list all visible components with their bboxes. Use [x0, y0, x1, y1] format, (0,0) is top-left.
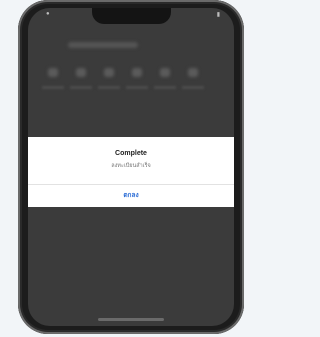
background-code-underline	[70, 86, 92, 89]
ok-button[interactable]: ตกลง	[28, 188, 234, 204]
status-time: ●	[46, 11, 50, 17]
background-code-digit	[188, 68, 198, 77]
background-code-underline	[126, 86, 148, 89]
background-code-digit	[160, 68, 170, 77]
background-header-text	[68, 42, 138, 48]
screen: ● ▮ Complete ลงทะเบียนสำเร็จ ตกลง	[28, 8, 234, 326]
background-code-underline	[98, 86, 120, 89]
background-code-underline	[182, 86, 204, 89]
background-code-digit	[76, 68, 86, 77]
dialog-title: Complete	[115, 150, 147, 157]
notch	[92, 8, 171, 24]
dialog-message: ลงทะเบียนสำเร็จ	[111, 163, 151, 169]
phone-frame: ● ▮ Complete ลงทะเบียนสำเร็จ ตกลง	[18, 0, 244, 334]
background-code-digit	[48, 68, 58, 77]
complete-dialog: Complete ลงทะเบียนสำเร็จ ตกลง	[28, 137, 234, 207]
home-indicator	[98, 318, 164, 321]
background-code-underline	[154, 86, 176, 89]
dialog-divider	[28, 184, 234, 185]
background-code-digit	[132, 68, 142, 77]
background-code-underline	[42, 86, 64, 89]
status-icons: ▮	[216, 12, 220, 18]
background-code-digit	[104, 68, 114, 77]
